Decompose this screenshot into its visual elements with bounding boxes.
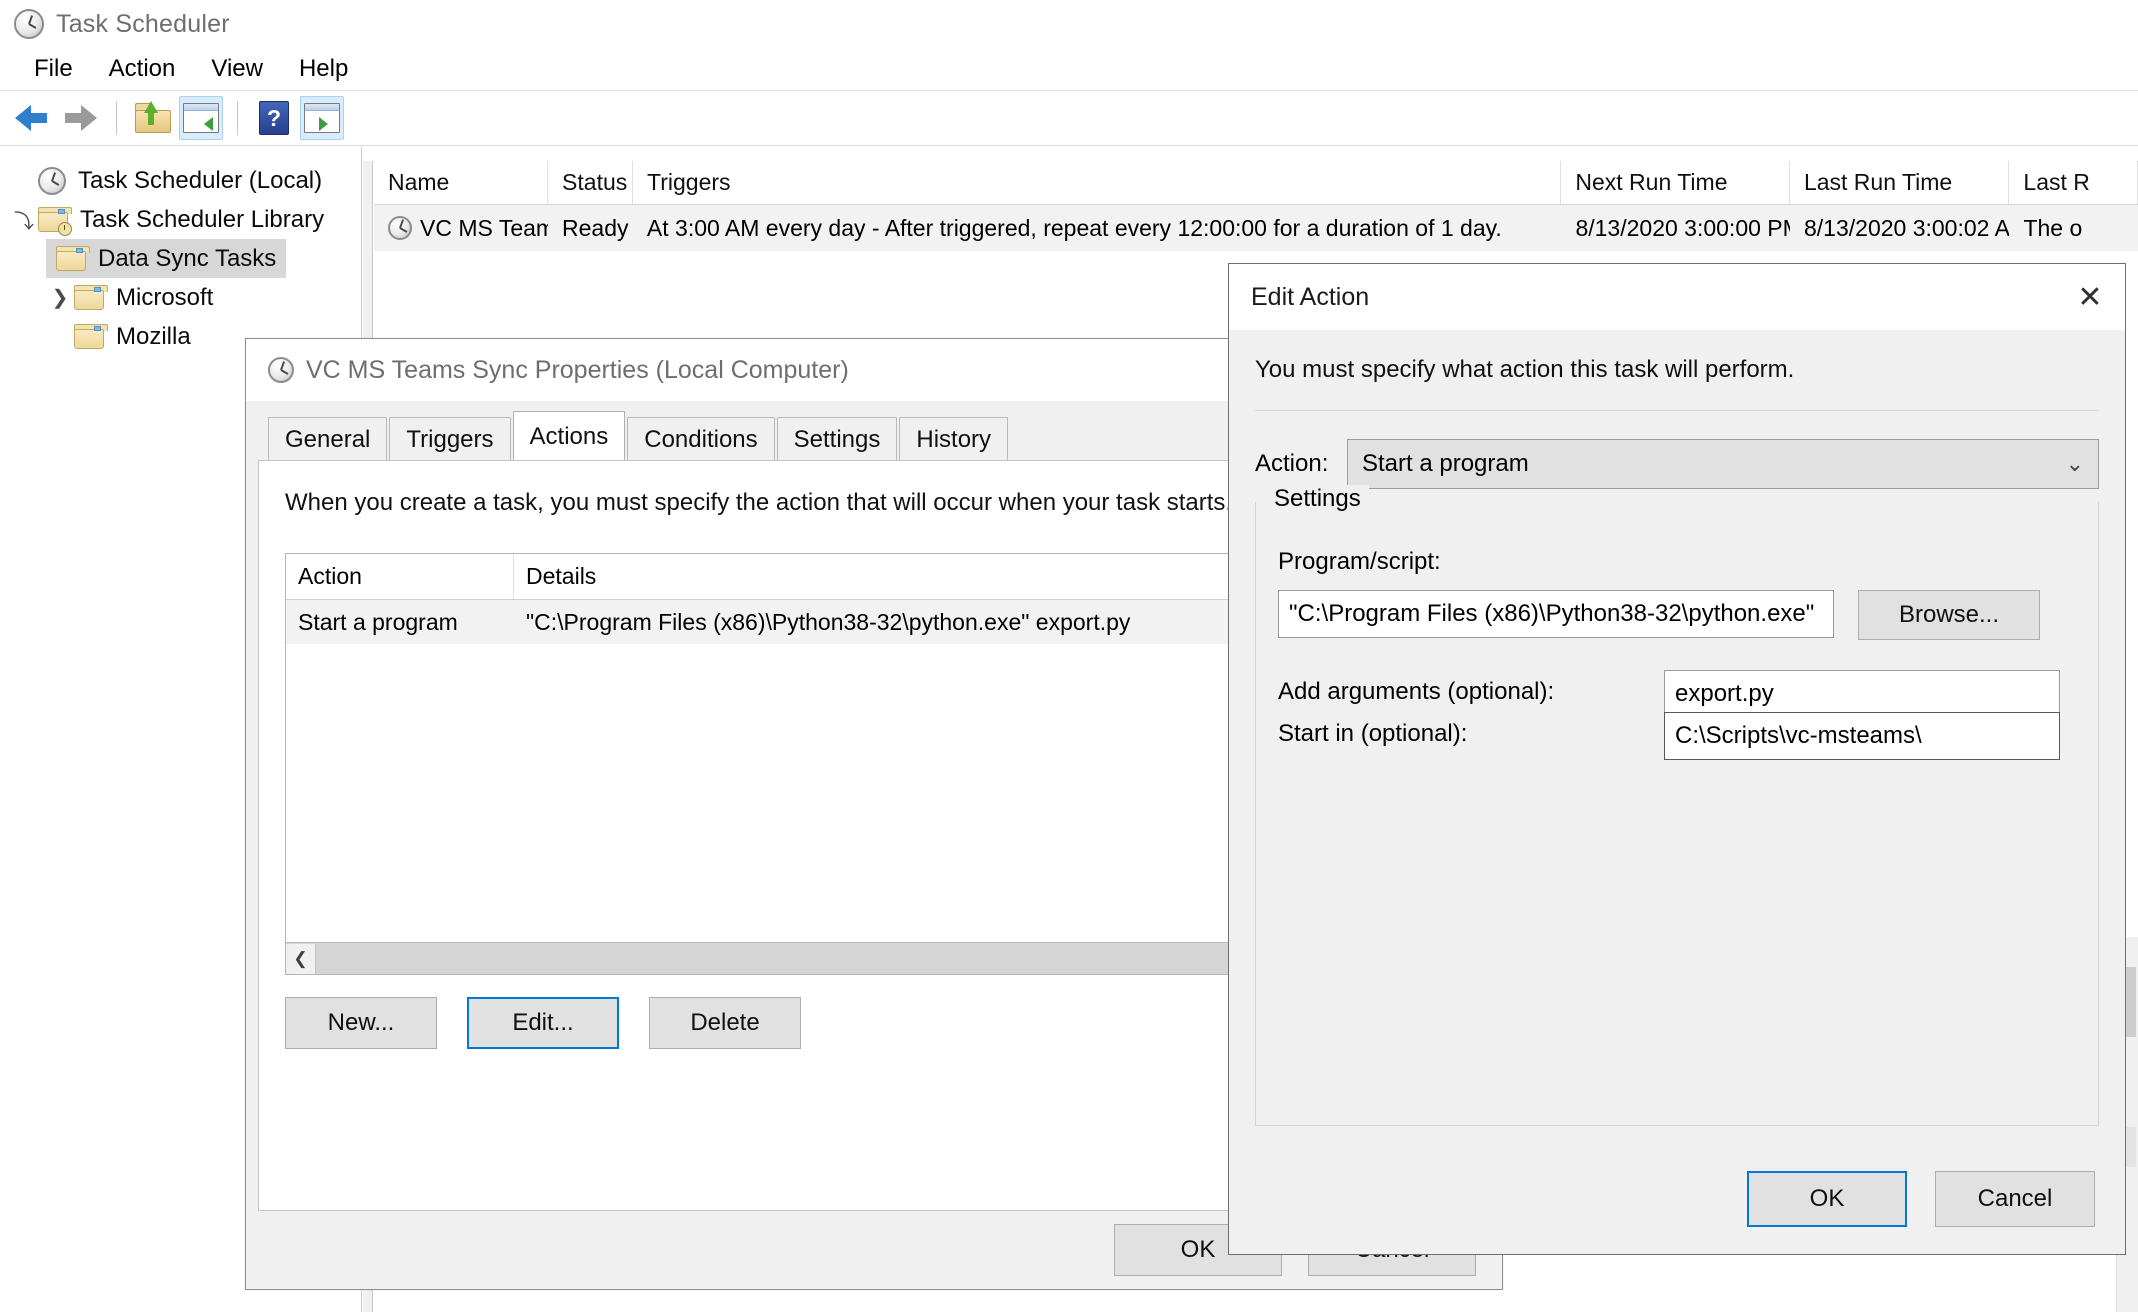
toolbar: ? <box>0 90 2138 146</box>
tab-conditions[interactable]: Conditions <box>627 417 774 461</box>
clock-icon <box>268 357 294 383</box>
tree-item-task-scheduler-local[interactable]: Task Scheduler (Local) <box>0 161 361 200</box>
settings-group-label: Settings <box>1266 485 1369 513</box>
settings-group: Settings Program/script: "C:\Program Fil… <box>1255 502 2099 1126</box>
edit-action-footer: OK Cancel <box>1229 1144 2125 1254</box>
show-action-pane-icon <box>304 103 340 133</box>
chevron-down-icon: ⌄ <box>2066 451 2084 477</box>
tree-item-label: Task Scheduler (Local) <box>78 167 322 195</box>
add-arguments-input[interactable]: export.py <box>1664 670 2060 718</box>
cell-last-run-time: 8/13/2020 3:00:02 AM <box>1790 215 2009 242</box>
up-one-level-icon <box>135 103 171 133</box>
tree-item-microsoft[interactable]: ❯ Microsoft <box>0 278 361 317</box>
edit-action-button[interactable]: Edit... <box>467 997 619 1049</box>
edit-action-instruction: You must specify what action this task w… <box>1255 356 1794 384</box>
tab-actions[interactable]: Actions <box>513 411 626 461</box>
table-row[interactable]: VC MS Team... Ready At 3:00 AM every day… <box>374 205 2138 251</box>
menu-bar: File Action View Help <box>0 48 2138 90</box>
cell-next-run-time: 8/13/2020 3:00:00 PM <box>1561 215 1790 242</box>
cell-action: Start a program <box>286 600 514 644</box>
program-script-input[interactable]: "C:\Program Files (x86)\Python38-32\pyth… <box>1278 590 1834 638</box>
action-label: Action: <box>1255 450 1347 478</box>
scroll-left-icon[interactable]: ❮ <box>286 944 316 974</box>
edit-action-title-bar: Edit Action ✕ <box>1229 264 2125 330</box>
cell-triggers: At 3:00 AM every day - After triggered, … <box>633 215 1562 242</box>
chevron-down-icon[interactable]: ⤵ <box>10 205 38 234</box>
back-button[interactable] <box>10 96 54 140</box>
chevron-right-icon[interactable]: ❯ <box>46 285 74 310</box>
tab-general[interactable]: General <box>268 417 387 461</box>
new-action-button[interactable]: New... <box>285 997 437 1049</box>
task-list-header: Name Status Triggers Next Run Time Last … <box>374 161 2138 205</box>
show-console-tree-button[interactable] <box>179 96 223 140</box>
edit-action-dialog: Edit Action ✕ You must specify what acti… <box>1228 263 2126 1255</box>
folder-icon <box>56 246 86 271</box>
toolbar-separator-2 <box>237 101 238 135</box>
window-title: Task Scheduler <box>56 10 230 39</box>
toolbar-separator <box>116 101 117 135</box>
start-in-label: Start in (optional): <box>1278 720 1467 748</box>
edit-action-ok-button[interactable]: OK <box>1747 1171 1907 1227</box>
cell-status: Ready <box>548 215 633 242</box>
help-icon: ? <box>259 101 289 135</box>
start-in-input[interactable]: C:\Scripts\vc-msteams\ <box>1664 712 2060 760</box>
folder-clock-icon <box>38 207 68 232</box>
browse-button[interactable]: Browse... <box>1858 590 2040 640</box>
tree-item-label: Mozilla <box>116 323 191 351</box>
add-arguments-label: Add arguments (optional): <box>1278 678 1554 706</box>
column-header-triggers[interactable]: Triggers <box>633 161 1561 204</box>
folder-icon <box>74 285 104 310</box>
delete-action-button[interactable]: Delete <box>649 997 801 1049</box>
properties-tab-strip: General Triggers Actions Conditions Sett… <box>268 411 1010 461</box>
menu-item-view[interactable]: View <box>193 53 281 85</box>
clock-icon <box>38 167 66 195</box>
edit-action-title: Edit Action <box>1251 283 1369 312</box>
action-dropdown-value: Start a program <box>1362 450 1529 478</box>
column-header-action[interactable]: Action <box>286 554 514 599</box>
tree-item-label: Microsoft <box>116 284 213 312</box>
help-button[interactable]: ? <box>252 96 296 140</box>
action-select-row: Action: Start a program ⌄ <box>1255 439 2099 489</box>
show-console-tree-icon <box>183 103 219 133</box>
forward-button[interactable] <box>58 96 102 140</box>
clock-icon <box>14 9 44 39</box>
clock-icon <box>388 216 412 240</box>
cell-last-result: The o <box>2009 215 2138 242</box>
column-header-name[interactable]: Name <box>374 161 548 204</box>
action-dropdown[interactable]: Start a program ⌄ <box>1347 439 2099 489</box>
column-header-status[interactable]: Status <box>548 161 633 204</box>
cell-name: VC MS Team... <box>374 215 548 242</box>
back-arrow-icon <box>15 105 49 131</box>
folder-icon <box>74 324 104 349</box>
forward-arrow-icon <box>63 105 97 131</box>
window-title-bar: Task Scheduler <box>0 0 2138 48</box>
tab-history[interactable]: History <box>899 417 1008 461</box>
show-action-pane-button[interactable] <box>300 96 344 140</box>
menu-item-action[interactable]: Action <box>91 53 194 85</box>
tree-item-label: Task Scheduler Library <box>80 206 324 234</box>
actions-button-row: New... Edit... Delete <box>285 997 801 1049</box>
tree-item-data-sync-tasks[interactable]: Data Sync Tasks <box>46 239 286 278</box>
menu-item-help[interactable]: Help <box>281 53 366 85</box>
up-one-level-button[interactable] <box>131 96 175 140</box>
column-header-last-result[interactable]: Last R <box>2009 161 2138 204</box>
tab-settings[interactable]: Settings <box>777 417 898 461</box>
program-script-label: Program/script: <box>1278 548 1441 576</box>
close-icon[interactable]: ✕ <box>2055 264 2125 330</box>
column-header-next-run-time[interactable]: Next Run Time <box>1561 161 1790 204</box>
menu-item-file[interactable]: File <box>16 53 91 85</box>
edit-action-cancel-button[interactable]: Cancel <box>1935 1171 2095 1227</box>
tree-item-task-scheduler-library[interactable]: ⤵ Task Scheduler Library <box>0 200 361 239</box>
properties-dialog-title: VC MS Teams Sync Properties (Local Compu… <box>306 356 849 385</box>
task-name: VC MS Team... <box>420 215 548 242</box>
tab-triggers[interactable]: Triggers <box>389 417 510 461</box>
divider <box>1255 410 2099 411</box>
tree-item-label: Data Sync Tasks <box>98 245 276 273</box>
column-header-last-run-time[interactable]: Last Run Time <box>1790 161 2009 204</box>
